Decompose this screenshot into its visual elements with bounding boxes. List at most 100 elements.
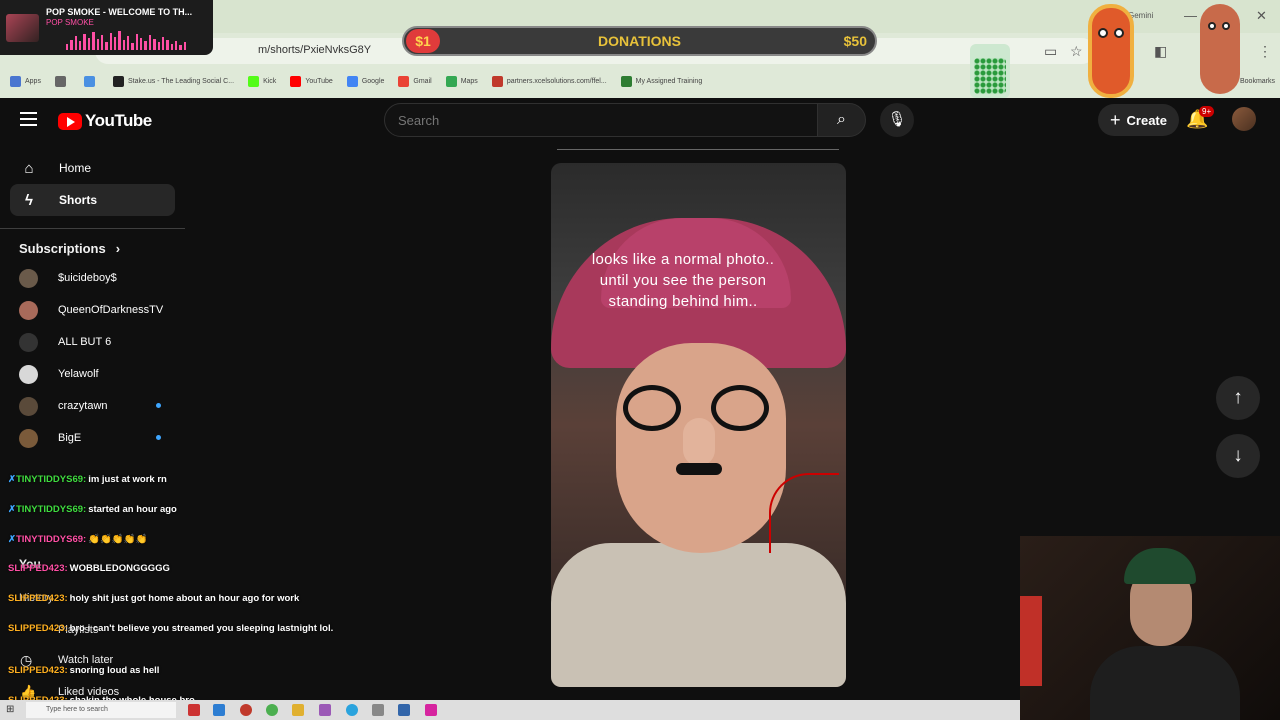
bookmark-item[interactable]: Kick — [248, 75, 276, 87]
bookmark-item[interactable]: Maps — [445, 75, 478, 87]
subscriptions-heading[interactable]: Subscriptions › — [0, 241, 185, 256]
shirt-shape — [551, 543, 846, 687]
chat-message: SLIPPED423: bro i can't believe you strea… — [8, 623, 343, 634]
previous-short-button[interactable]: ↑ — [1216, 376, 1260, 420]
app-icon[interactable] — [319, 704, 331, 716]
chat-text: WOBBLEDONGGGGG — [69, 563, 170, 574]
app-icon[interactable] — [188, 704, 200, 716]
menu-icon[interactable] — [20, 112, 37, 130]
bookmark-item[interactable]: My Assigned Training — [620, 75, 703, 87]
logo-text: YouTube — [85, 111, 152, 130]
subscriptions-title: Subscriptions — [19, 241, 106, 256]
windows-start-icon[interactable]: ⊞ — [6, 704, 14, 715]
bookmark-label: My Assigned Training — [635, 77, 703, 85]
red-scribble-shape — [769, 473, 839, 553]
install-icon[interactable]: ▭ — [1044, 43, 1057, 60]
bookmark-favicon-icon — [346, 75, 358, 87]
streamer-webcam — [1020, 536, 1280, 720]
cap-shape — [1124, 548, 1196, 584]
bookmark-item[interactable]: Gmail — [398, 75, 432, 87]
app-icon[interactable] — [372, 704, 384, 716]
subscription-item[interactable]: ALL BUT 6 — [10, 326, 175, 358]
bookmark-label: Apps — [25, 77, 41, 85]
voice-search-button[interactable]: 🎙 — [880, 103, 914, 137]
chat-username: TINYTIDDYS69: — [15, 474, 87, 485]
donation-goal-bar: $1 DONATIONS $50 — [402, 26, 877, 56]
search-button[interactable]: ⌕ — [817, 103, 866, 137]
bookmark-item[interactable] — [54, 75, 70, 87]
close-icon[interactable]: ✕ — [1256, 8, 1267, 24]
chat-message: SLIPPED423: snoring loud as hell — [8, 665, 159, 676]
chat-username: TINYTIDDYS69: — [15, 504, 87, 515]
chat-username: TINYTIDDYS69: — [15, 534, 87, 545]
taskbar-search[interactable]: Type here to search — [26, 702, 176, 718]
channel-avatar — [19, 268, 38, 288]
subscription-item[interactable]: $uicideboy$ — [10, 262, 175, 294]
bookmark-item[interactable]: partners.xcelsolutions.com/ffel... — [491, 75, 607, 87]
chat-username: SLIPPED423: — [8, 623, 68, 634]
next-short-button[interactable]: ↓ — [1216, 434, 1260, 478]
bookmark-item[interactable]: Google — [346, 75, 384, 87]
hoodie-shape — [1090, 646, 1240, 720]
minimize-icon[interactable]: — — [1184, 8, 1197, 23]
stream-chat-overlay: ✗TINYTIDDYS69: im just at work rn ✗TINYTID… — [0, 466, 350, 720]
sidebar-item-shorts[interactable]: ϟ Shorts — [10, 184, 175, 216]
bookmark-item[interactable]: Apps — [10, 75, 41, 87]
app-icon[interactable] — [240, 704, 252, 716]
channel-avatar — [19, 332, 38, 352]
instagram-icon[interactable] — [425, 704, 437, 716]
bookmark-favicon-icon — [112, 75, 124, 87]
bookmark-label: Maps — [460, 77, 478, 85]
nose-shape — [683, 418, 715, 466]
search-input[interactable] — [385, 104, 817, 137]
bookmark-favicon-icon — [83, 75, 95, 87]
red-heater-shape — [1020, 596, 1042, 686]
star-icon[interactable]: ☆ — [1070, 43, 1083, 60]
bookmark-item[interactable] — [83, 75, 99, 87]
arrow-up-icon: ↑ — [1233, 387, 1243, 408]
now-playing-overlay: POP SMOKE - WELCOME TO TH... POP SMOKE — [0, 0, 213, 55]
hotdog-mascot-sticker — [1088, 4, 1134, 98]
bookmark-item[interactable]: YouTube — [290, 75, 333, 87]
browser-menu-icon[interactable]: ⋮ — [1258, 43, 1272, 60]
short-video-player[interactable]: looks like a normal photo.. until you se… — [551, 163, 846, 687]
track-title: POP SMOKE - WELCOME TO TH... — [46, 7, 193, 17]
youtube-play-icon — [58, 112, 82, 130]
chevron-right-icon: › — [115, 241, 121, 256]
audio-visualizer — [66, 30, 187, 50]
chat-message: ✗TINYTIDDYS69: 👏👏👏👏👏 — [8, 534, 147, 545]
sidebar: ⌂ Home ϟ Shorts Subscriptions › $uicideb… — [0, 152, 185, 699]
chat-text: 👏👏👏👏👏 — [88, 534, 148, 545]
subscription-item[interactable]: crazytawn — [10, 390, 175, 422]
sidepanel-icon[interactable]: ◧ — [1154, 43, 1167, 60]
short-caption: looks like a normal photo.. until you se… — [591, 251, 775, 310]
chat-text: bro i can't believe you streamed you sle… — [69, 623, 334, 634]
bookmark-item[interactable]: Stake.us - The Leading Social C... — [112, 75, 234, 87]
create-button[interactable]: + Create — [1098, 104, 1179, 136]
account-avatar[interactable] — [1232, 107, 1256, 131]
all-bookmarks[interactable]: Bookmarks — [1240, 78, 1275, 85]
create-label: Create — [1126, 112, 1167, 128]
youtube-header: YouTube ⌕ 🎙 + Create 🔔 9+ — [0, 98, 1280, 142]
sidebar-item-label: Home — [59, 161, 92, 175]
chat-badge-icon: ✗ — [8, 504, 16, 515]
channel-name: QueenOfDarknessTV — [58, 304, 164, 316]
youtube-logo[interactable]: YouTube — [58, 111, 152, 131]
channel-avatar — [19, 428, 38, 448]
subscription-item[interactable]: QueenOfDarknessTV — [10, 294, 175, 326]
chat-badge-icon: ✗ — [8, 534, 16, 545]
track-artist: POP SMOKE — [46, 18, 94, 27]
edge-icon[interactable] — [213, 704, 225, 716]
telegram-icon[interactable] — [346, 704, 358, 716]
bookmark-label: Gmail — [413, 77, 432, 85]
donation-label: DONATIONS — [598, 33, 681, 49]
subscription-item[interactable]: BigE — [10, 422, 175, 454]
chrome-icon[interactable] — [266, 704, 278, 716]
file-explorer-icon[interactable] — [292, 704, 304, 716]
bookmark-favicon-icon — [398, 75, 410, 87]
chat-username: SLIPPED423: — [8, 593, 68, 604]
sidebar-item-home[interactable]: ⌂ Home — [10, 152, 175, 184]
donation-goal: $50 — [843, 33, 867, 49]
subscription-item[interactable]: Yelawolf — [10, 358, 175, 390]
app-icon[interactable] — [398, 704, 410, 716]
